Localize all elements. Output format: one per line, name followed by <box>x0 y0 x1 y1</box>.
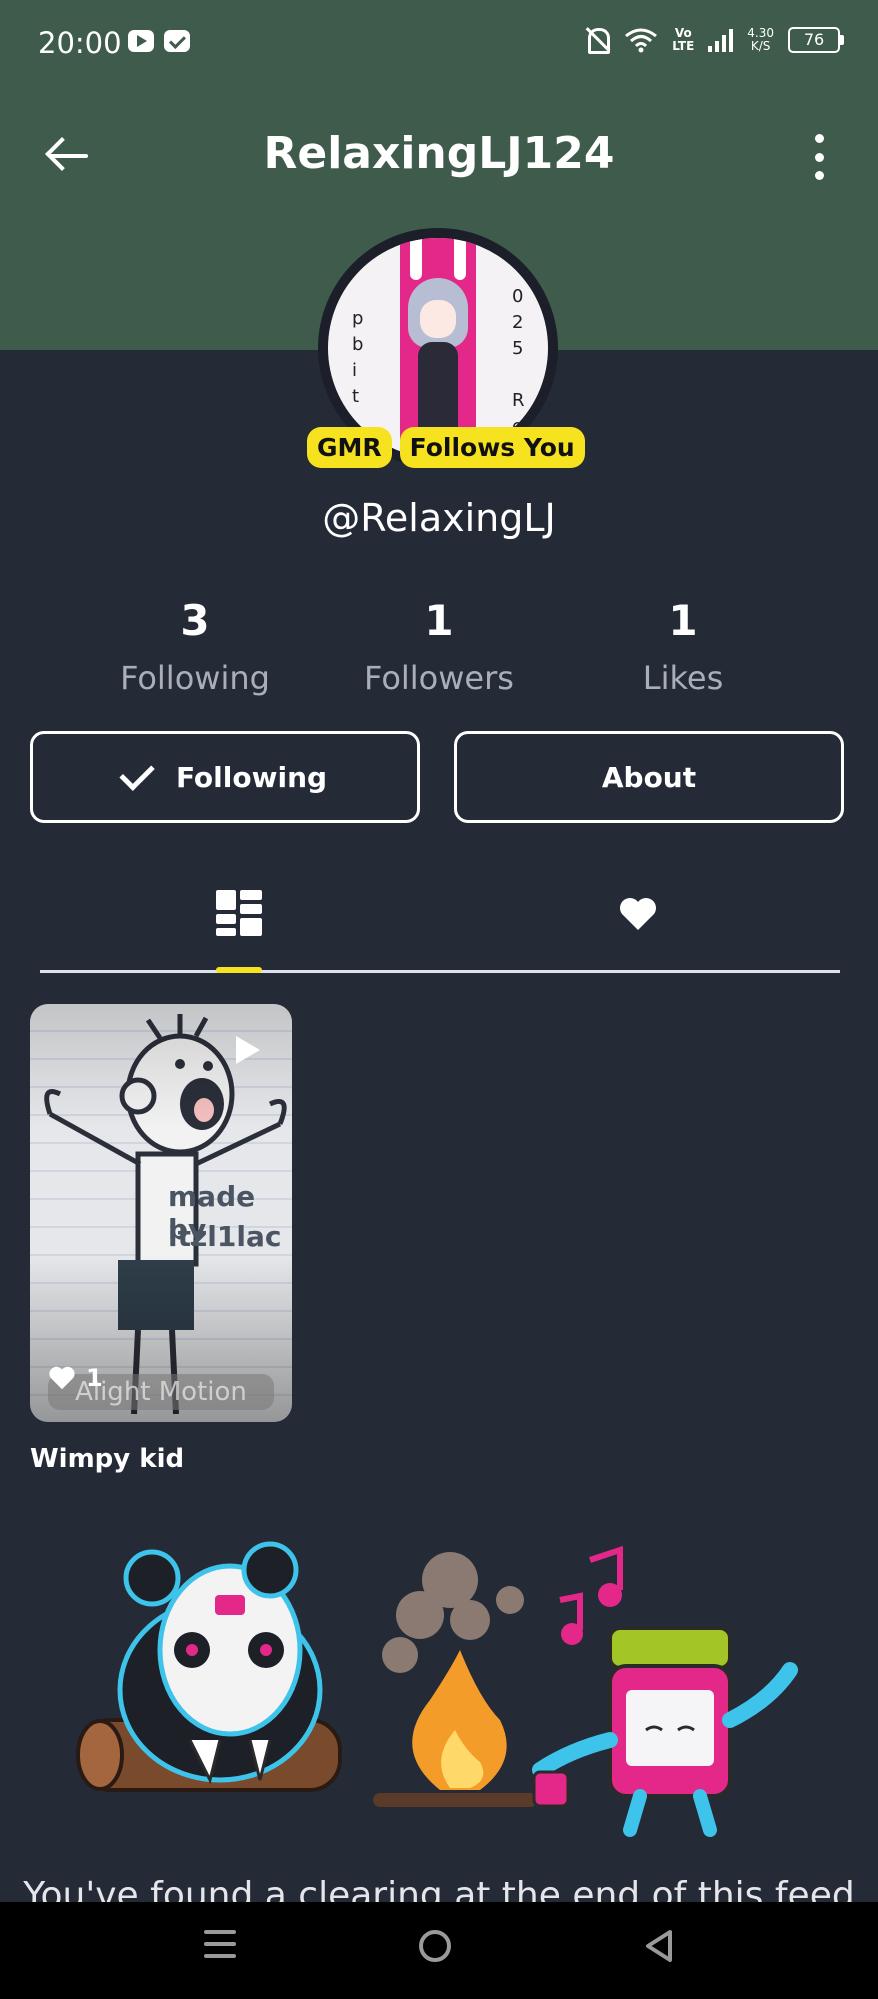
tab-posts-grid-icon[interactable] <box>216 890 262 936</box>
status-bar: 20:00 Vo LTE 4.30 K/S 76 <box>0 0 878 90</box>
stat-value: 1 <box>424 596 454 645</box>
youtube-notification-icon <box>128 30 154 52</box>
profile-title: RelaxingLJ124 <box>263 128 615 179</box>
stat-value: 3 <box>180 596 210 645</box>
signal-icon <box>708 28 734 52</box>
follows-you-badge: Follows You <box>399 427 585 468</box>
about-button[interactable]: About <box>454 731 844 823</box>
tab-divider <box>40 970 840 973</box>
following-button-label: Following <box>175 760 328 794</box>
thumbnail-caption-line-2: itzl1lac <box>168 1220 282 1253</box>
post-like-count: 1 <box>48 1364 103 1392</box>
stat-likes: 1 Likes <box>568 596 798 697</box>
post-thumbnail[interactable]: made by itzl1lac Alight Motion 1 <box>30 1004 292 1422</box>
stat-label: Following <box>120 659 270 697</box>
wifi-icon <box>625 28 658 53</box>
battery-icon: 76 <box>788 27 844 53</box>
stat-following[interactable]: 3 Following <box>80 596 310 697</box>
system-back-icon[interactable] <box>642 1928 678 1964</box>
heart-icon <box>49 1366 75 1390</box>
stat-label: Likes <box>642 659 724 697</box>
more-options-icon[interactable] <box>806 134 832 180</box>
active-tab-indicator <box>216 967 262 973</box>
status-time: 20:00 <box>38 26 122 60</box>
stat-followers[interactable]: 1 Followers <box>324 596 554 697</box>
network-type-label: Vo LTE <box>672 26 695 53</box>
like-count: 1 <box>86 1364 103 1392</box>
play-icon <box>236 1036 260 1064</box>
tab-likes-heart-icon[interactable] <box>618 896 658 932</box>
message-notification-icon <box>164 30 190 52</box>
stat-label: Followers <box>364 659 514 697</box>
profile-badges: GMR Follows You <box>307 427 585 468</box>
recent-apps-icon[interactable] <box>204 1930 236 1962</box>
stat-value: 1 <box>668 596 698 645</box>
post-title[interactable]: Wimpy kid <box>30 1444 184 1474</box>
following-button[interactable]: Following <box>30 731 420 823</box>
gmr-badge: GMR <box>307 427 392 468</box>
end-of-feed-illustration <box>76 1541 798 1837</box>
network-speed: 4.30 K/S <box>747 26 774 53</box>
check-icon <box>119 755 155 791</box>
mute-icon <box>584 26 611 54</box>
profile-handle: @RelaxingLJ <box>322 496 556 540</box>
about-button-label: About <box>601 760 697 794</box>
home-icon[interactable] <box>419 1930 451 1962</box>
